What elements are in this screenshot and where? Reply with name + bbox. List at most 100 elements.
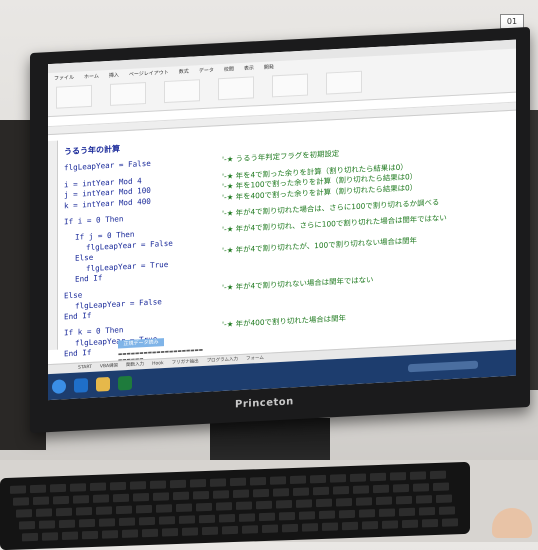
vba-code-block: うるう年の計算 flgLeapYear = False '-★ うるう年判定フラグ… [64, 124, 504, 360]
keyboard-key [150, 480, 166, 489]
code-statement: End If [64, 348, 92, 359]
keyboard-key [10, 485, 26, 494]
code-statement: End If [75, 273, 103, 284]
ribbon-tab[interactable]: ページレイアウト [129, 69, 169, 78]
keyboard-key [222, 525, 238, 535]
start-button-icon[interactable] [52, 379, 66, 394]
ribbon-tab[interactable]: 開発 [264, 63, 274, 71]
keyboard-key [379, 508, 395, 517]
keyboard-key [182, 527, 198, 536]
ribbon-tab[interactable]: ホーム [84, 72, 99, 80]
keyboard-key [279, 511, 295, 521]
keyboard-key [13, 497, 29, 506]
keyboard-key [253, 488, 269, 498]
file-explorer-icon[interactable] [96, 376, 110, 392]
keyboard-key [50, 483, 66, 493]
row-headers [48, 140, 58, 351]
keyboard-key [76, 506, 92, 516]
keyboard-key [179, 515, 195, 524]
keyboard-key [16, 509, 32, 518]
keyboard-key [113, 493, 129, 503]
keyboard-key [53, 495, 69, 505]
ribbon-tab[interactable]: 挿入 [109, 71, 119, 79]
keyboard-key [142, 528, 158, 538]
keyboard-key [370, 472, 386, 482]
ribbon-group[interactable] [272, 73, 308, 98]
ribbon-group[interactable] [110, 82, 146, 106]
keyboard-key [210, 478, 226, 487]
ribbon-tab[interactable]: 数式 [179, 68, 189, 76]
keyboard-key [376, 496, 392, 506]
keyboard-key [359, 509, 375, 518]
ribbon-group[interactable] [326, 70, 362, 95]
keyboard-key [139, 516, 155, 526]
keyboard-key [233, 489, 249, 499]
keyboard-key [419, 507, 435, 516]
keyboard-key [290, 475, 306, 485]
keyboard-key [336, 497, 352, 507]
keyboard-key [310, 474, 326, 484]
keyboard-key [110, 481, 126, 491]
keyboard-key [422, 518, 438, 528]
keyboard-key [330, 474, 346, 483]
ribbon-group[interactable] [56, 84, 92, 109]
keyboard-key [396, 495, 412, 505]
keyboard-key [239, 513, 255, 522]
ribbon-group[interactable] [218, 76, 254, 101]
keyboard-key [190, 479, 206, 488]
keyboard-key [170, 479, 186, 489]
keyboard-key [433, 482, 449, 492]
ribbon-tab[interactable]: データ [199, 66, 214, 74]
keyboard-key [176, 503, 192, 513]
keyboard-key [439, 506, 455, 515]
code-statement: End If [64, 310, 92, 322]
keyboard-key [416, 495, 432, 504]
keyboard-key [99, 518, 115, 527]
keyboard-key [159, 516, 175, 525]
internet-explorer-icon[interactable] [74, 378, 88, 393]
keyboard-key [356, 497, 372, 506]
keyboard-key [156, 504, 172, 513]
keyboard-key [362, 521, 378, 530]
tray-icons[interactable] [408, 360, 478, 373]
excel-icon[interactable] [118, 375, 132, 391]
ribbon-tab[interactable]: ファイル [54, 74, 74, 82]
keyboard-key [36, 508, 52, 517]
keyboard-key [302, 523, 318, 532]
keyboard-key [316, 498, 332, 508]
keyboard-key [390, 472, 406, 481]
keyboard-key [293, 487, 309, 496]
keyboard-key [202, 526, 218, 536]
keyboard-key [256, 500, 272, 510]
keyboard-key [430, 470, 446, 480]
keyboard-key [193, 490, 209, 500]
keyboard-key [402, 519, 418, 529]
keyboard-key [39, 520, 55, 529]
keyboard-key [219, 514, 235, 523]
keyboard-key [19, 520, 35, 530]
ribbon-group[interactable] [164, 79, 200, 104]
ribbon-tab[interactable]: 校閲 [224, 65, 234, 73]
keyboard-key [299, 511, 315, 520]
keyboard-key [42, 532, 58, 541]
keyboard-key [79, 518, 95, 528]
keyboard-key [236, 501, 252, 510]
keyboard-key [313, 486, 329, 496]
keyboard-key [230, 477, 246, 487]
keyboard-key [242, 525, 258, 534]
keyboard-key [436, 494, 452, 503]
keyboard-key [350, 473, 366, 482]
keyboard-key [382, 520, 398, 529]
keyboard-key [33, 496, 49, 506]
keyboard-key [56, 507, 72, 517]
keyboard-key [410, 471, 426, 480]
keyboard-key [322, 522, 338, 531]
ribbon-tab[interactable]: 表示 [244, 64, 254, 72]
keyboard-key [216, 502, 232, 511]
keyboard-key [342, 521, 358, 531]
keyboard-key [319, 510, 335, 520]
keyboard-key [442, 518, 458, 527]
keyboard-key [262, 524, 278, 534]
monitor-screen: ファイル ホーム 挿入 ページレイアウト 数式 データ 校閲 表示 開発 うるう年の計算 flg… [48, 39, 516, 401]
keyboard-key [59, 519, 75, 529]
